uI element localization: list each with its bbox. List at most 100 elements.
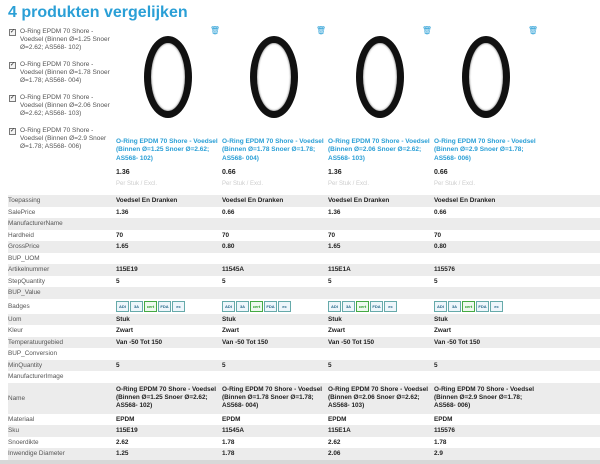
selection-label: O-Ring EPDM 70 Shore - Voedsel (Binnen Ø… — [20, 28, 110, 52]
row-value: Zwart — [222, 327, 240, 335]
row-value: Stuk — [116, 315, 130, 323]
row-value: 1.65 — [328, 243, 341, 251]
row-value: Zwart — [434, 327, 452, 335]
row-value: ADI 3A cert FDA ec — [328, 300, 434, 312]
row-label: BUP_Conversion — [8, 350, 58, 358]
selection-label: O-Ring EPDM 70 Shore - Voedsel (Binnen Ø… — [20, 61, 110, 85]
product-name-link[interactable]: O-Ring EPDM 70 Shore - Voedsel (Binnen Ø… — [222, 138, 328, 163]
badge-icon: 3A — [448, 300, 461, 312]
product-image[interactable] — [144, 36, 192, 118]
product-unit: Per Stuk / Excl. — [328, 181, 370, 187]
trash-icon[interactable]: 🗑 — [422, 26, 432, 35]
checkbox-icon[interactable]: ✓ — [9, 29, 16, 36]
row-value: EPDM — [434, 415, 453, 423]
row-value: 0.66 — [222, 208, 235, 216]
product-image[interactable] — [250, 36, 298, 118]
checkbox-icon[interactable]: ✓ — [9, 95, 16, 102]
row-label: Materiaal — [8, 415, 35, 423]
row-value: 1.78 — [222, 438, 235, 446]
table-row: SalePrice 1.36 0.66 1.36 0.66 — [8, 207, 600, 219]
row-value: O-Ring EPDM 70 Shore - Voedsel (Binnen Ø… — [434, 386, 535, 409]
checkbox-icon[interactable]: ✓ — [9, 62, 16, 69]
row-value: 5 — [328, 277, 332, 285]
badge-icon: FDA — [264, 300, 277, 312]
row-value: EPDM — [116, 415, 135, 423]
row-value: ADI 3A cert FDA ec — [434, 300, 540, 312]
badge-icon: cert — [144, 300, 157, 312]
table-row: Hardheid 70 70 70 70 — [8, 230, 600, 242]
badge-icon: ec — [384, 300, 397, 312]
checkbox-icon[interactable]: ✓ — [9, 128, 16, 135]
row-label: Hardheid — [8, 231, 34, 239]
row-label: GrossPrice — [8, 243, 40, 251]
row-value: 11545A — [222, 266, 245, 274]
badge-set: ADI 3A cert FDA ec — [116, 300, 222, 312]
table-row: BUP_Conversion — [8, 348, 600, 360]
selection-item[interactable]: ✓ O-Ring EPDM 70 Shore - Voedsel (Binnen … — [7, 61, 113, 94]
trash-icon[interactable]: 🗑 — [528, 26, 538, 35]
row-value: 115E1A — [328, 266, 351, 274]
row-value: 2.06 — [328, 450, 341, 458]
table-row: Inwendige Diameter 1.25 1.78 2.06 2.9 — [8, 448, 600, 460]
row-value: Zwart — [116, 327, 134, 335]
product-image[interactable] — [356, 36, 404, 118]
row-value: 5 — [116, 277, 120, 285]
product-unit: Per Stuk / Excl. — [222, 181, 264, 187]
row-value: 2.62 — [328, 438, 341, 446]
table-row: Artikelnummer 115E19 11545A 115E1A 115576 — [8, 264, 600, 276]
product-unit: Per Stuk / Excl. — [434, 181, 476, 187]
comparison-table: Toepassing Voedsel En Dranken Voedsel En D… — [8, 195, 600, 460]
table-row: Badges ADI 3A cert FDA ec ADI 3A cert FDA ec ADI 3A c… — [8, 299, 600, 314]
row-value: EPDM — [222, 415, 241, 423]
table-row: Temperatuurgebied Van -50 Tot 150 Van -50 … — [8, 336, 600, 348]
row-value: 115E19 — [116, 266, 138, 274]
badge-icon: ADI — [434, 300, 447, 312]
row-label: Artikelnummer — [8, 266, 50, 274]
row-value: 70 — [222, 231, 230, 239]
row-value: 0.80 — [434, 243, 447, 251]
table-row: Sku 115E19 11545A 115E1A 115576 — [8, 425, 600, 437]
row-value: 115E1A — [328, 427, 351, 435]
badge-icon: FDA — [370, 300, 383, 312]
table-row: MinQuantity 5 5 5 5 — [8, 359, 600, 371]
row-value: 70 — [328, 231, 336, 239]
selection-item[interactable]: ✓ O-Ring EPDM 70 Shore - Voedsel (Binnen … — [7, 28, 113, 61]
selection-item[interactable]: ✓ O-Ring EPDM 70 Shore - Voedsel (Binnen … — [7, 94, 113, 127]
product-price: 1.36 — [116, 169, 130, 176]
product-name-link[interactable]: O-Ring EPDM 70 Shore - Voedsel (Binnen Ø… — [434, 138, 540, 163]
table-row: GrossPrice 1.65 0.80 1.65 0.80 — [8, 241, 600, 253]
row-value: 5 — [328, 361, 332, 369]
row-label: ManufacturerName — [8, 220, 63, 228]
selection-label: O-Ring EPDM 70 Shore - Voedsel (Binnen Ø… — [20, 127, 107, 151]
row-value: 5 — [434, 277, 438, 285]
product-name-link[interactable]: O-Ring EPDM 70 Shore - Voedsel (Binnen Ø… — [116, 138, 222, 163]
table-row: StepQuantity 5 5 5 5 — [8, 276, 600, 288]
row-value: Voedsel En Dranken — [116, 197, 178, 205]
row-value: Stuk — [434, 315, 448, 323]
selection-item[interactable]: ✓ O-Ring EPDM 70 Shore - Voedsel (Binnen … — [7, 127, 113, 160]
row-value: Van -50 Tot 150 — [328, 338, 375, 346]
row-value: O-Ring EPDM 70 Shore - Voedsel (Binnen Ø… — [222, 386, 323, 409]
row-label: Inwendige Diameter — [8, 450, 65, 458]
table-row: Materiaal EPDM EPDM EPDM EPDM — [8, 414, 600, 426]
row-value: 1.36 — [328, 208, 341, 216]
row-value: 0.66 — [434, 208, 447, 216]
row-value: 1.78 — [434, 438, 447, 446]
badge-icon: ec — [172, 300, 185, 312]
product-image[interactable] — [462, 36, 510, 118]
row-value: 2.62 — [116, 438, 129, 446]
row-label: Sku — [8, 427, 20, 435]
badge-icon: ec — [490, 300, 503, 312]
row-value: 115576 — [434, 427, 455, 435]
selection-label: O-Ring EPDM 70 Shore - Voedsel (Binnen Ø… — [20, 94, 110, 118]
row-value: EPDM — [328, 415, 347, 423]
row-value: 5 — [222, 361, 226, 369]
badge-icon: FDA — [158, 300, 171, 312]
product-name-link[interactable]: O-Ring EPDM 70 Shore - Voedsel (Binnen Ø… — [328, 138, 434, 163]
row-value: 0.80 — [222, 243, 235, 251]
trash-icon[interactable]: 🗑 — [210, 26, 220, 35]
trash-icon[interactable]: 🗑 — [316, 26, 326, 35]
horizontal-scrollbar[interactable] — [0, 460, 600, 464]
badge-icon: cert — [356, 300, 369, 312]
table-row: BUP_UOM — [8, 253, 600, 265]
